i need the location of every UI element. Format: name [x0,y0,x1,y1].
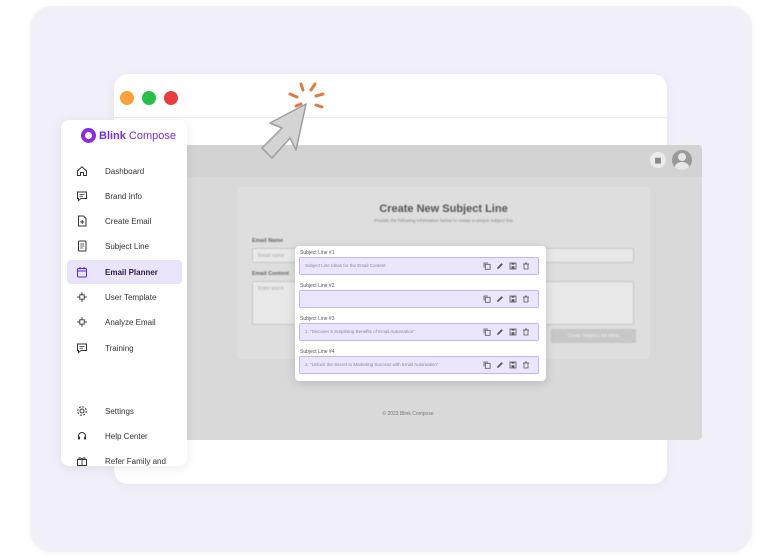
browser-title-bar [114,74,667,118]
subject-line-row[interactable]: 2. "Unlock the Secret to Marketing Succe… [299,356,539,374]
edit-icon[interactable] [496,295,504,303]
app-top-bar: ◼ [114,145,702,177]
sidebar-item-label: Help Center [105,431,148,441]
maximize-dot[interactable] [142,91,156,105]
calendar-icon [75,265,89,279]
brand-name-rest: Compose [128,129,176,142]
home-icon [75,164,89,178]
subject-line-label: Subject Line #2 [300,283,335,289]
page-subtitle: Provide the following information below … [373,218,514,223]
delete-icon[interactable] [522,295,530,303]
delete-icon[interactable] [522,262,530,270]
sidebar-item-label: Analyze Email [105,317,156,327]
chat-icon [75,341,89,355]
save-icon[interactable] [509,328,517,336]
subject-line-row[interactable]: Subject Line Ideas for the Email Content [299,257,539,275]
sidebar-item-analyze-email[interactable]: Analyze Email [67,310,182,334]
delete-icon[interactable] [522,328,530,336]
subject-line-label: Subject Line #1 [300,250,335,256]
sidebar-item-create-email[interactable]: Create Email [67,209,182,233]
sidebar-item-dashboard[interactable]: Dashboard [67,159,182,183]
profile-avatar-icon[interactable] [672,150,692,170]
gift-icon [75,454,89,466]
close-dot[interactable] [164,91,178,105]
subject-line-text: Subject Line Ideas for the Email Content [305,263,386,268]
edit-icon[interactable] [496,328,504,336]
sidebar-item-label: Settings [105,406,134,416]
subject-line-label: Subject Line #3 [300,316,335,322]
chat-icon [75,189,89,203]
headset-icon [75,429,89,443]
sidebar-item-label: Email Planner [105,267,158,277]
subject-line-label: Subject Line #4 [300,349,335,355]
email-content-label: Email Content [252,271,289,277]
save-icon[interactable] [509,361,517,369]
email-name-label: Email Name [252,238,284,244]
cursor-click-icon [261,82,325,159]
brand-mark-icon [81,128,96,143]
bell-icon[interactable]: ◼ [650,152,666,168]
save-icon[interactable] [509,295,517,303]
document-icon [75,239,89,253]
sidebar-item-training[interactable]: Training [67,336,182,360]
subject-lines-popup: Subject Line #1 Subject Line Ideas for t… [295,246,546,381]
minimize-dot[interactable] [120,91,134,105]
move-icon [75,290,89,304]
save-icon[interactable] [509,262,517,270]
sidebar-item-label: Brand Info [105,191,142,201]
edit-icon[interactable] [496,262,504,270]
sidebar-item-label: Refer Family and [105,456,166,466]
create-ideas-button[interactable]: Create Subject Line Ideas [551,329,636,343]
sidebar: Blink Compose Dashboard Brand Info Create… [61,120,187,466]
sidebar-item-user-template[interactable]: User Template [67,285,182,309]
subject-line-text: 1. "Discover 5 Surprising Benefits of Em… [305,329,415,334]
sidebar-item-refer[interactable]: Refer Family and [67,449,182,466]
gear-icon [75,404,89,418]
edit-icon[interactable] [496,361,504,369]
move-icon [75,315,89,329]
brand-name-bold: Blink [99,129,126,142]
sidebar-item-brand-info[interactable]: Brand Info [67,184,182,208]
subject-line-row[interactable]: 1. "Discover 5 Surprising Benefits of Em… [299,323,539,341]
copy-icon[interactable] [483,361,491,369]
sidebar-item-help-center[interactable]: Help Center [67,424,182,448]
copy-icon[interactable] [483,295,491,303]
page-title: Create New Subject Line [379,203,508,215]
sidebar-item-label: Dashboard [105,166,145,176]
file-plus-icon [75,214,89,228]
sidebar-item-settings[interactable]: Settings [67,399,182,423]
copy-icon[interactable] [483,328,491,336]
copy-icon[interactable] [483,262,491,270]
delete-icon[interactable] [522,361,530,369]
subject-line-text: 2. "Unlock the Secret to Marketing Succe… [305,362,439,367]
sidebar-item-email-planner[interactable]: Email Planner [67,260,182,284]
sidebar-item-label: Subject Line [105,241,150,251]
sidebar-item-label: User Template [105,292,157,302]
brand-logo[interactable]: Blink Compose [81,128,176,143]
sidebar-item-label: Create Email [105,216,152,226]
sidebar-item-label: Training [105,343,134,353]
subject-line-row[interactable] [299,290,539,308]
footer-copyright: © 2023 Blink Compose [382,411,434,417]
sidebar-item-subject-line[interactable]: Subject Line [67,234,182,258]
